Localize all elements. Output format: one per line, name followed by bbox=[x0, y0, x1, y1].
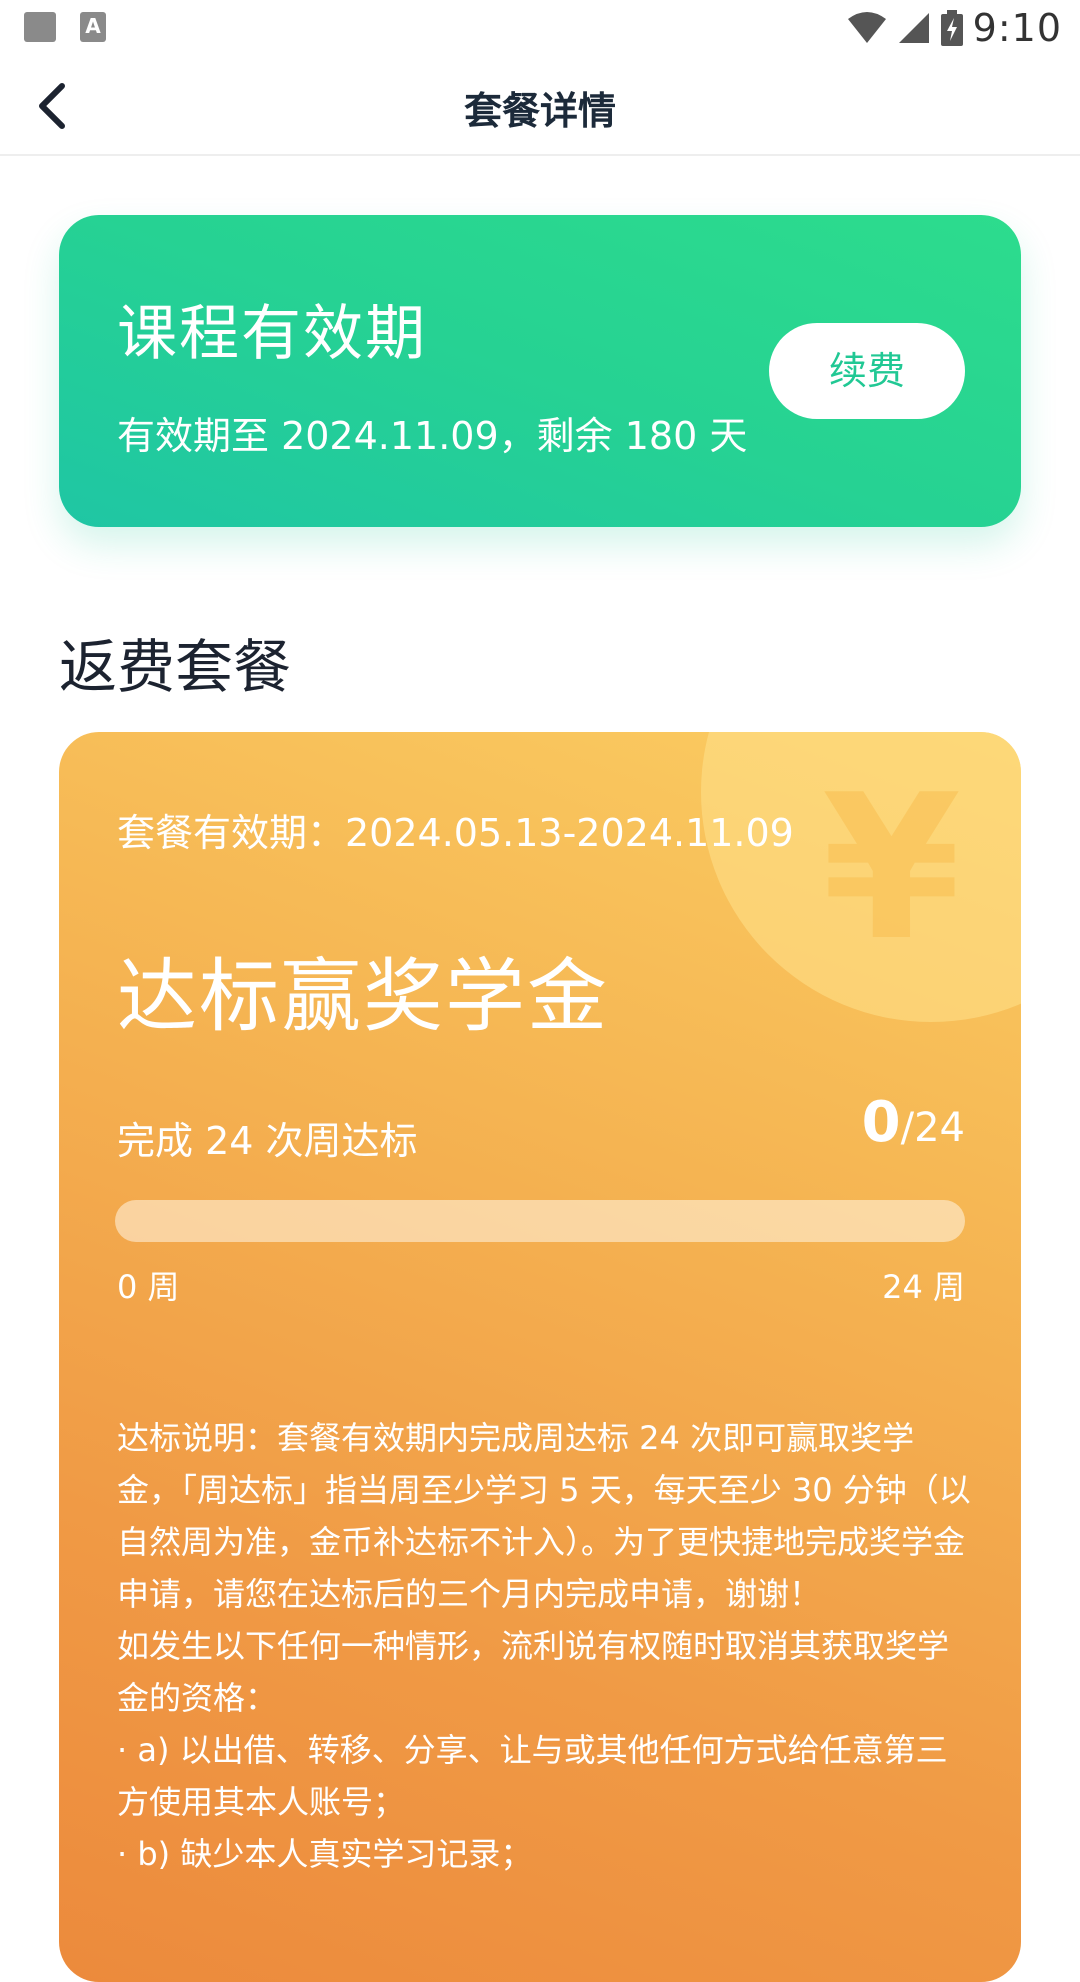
description-line: · b) 缺少本人真实学习记录； bbox=[117, 1835, 533, 1873]
week-start-label: 0 周 bbox=[117, 1268, 180, 1306]
top-app-bar: 套餐详情 bbox=[0, 56, 1080, 156]
rebate-plan-card: ¥ 套餐有效期：2024.05.13-2024.11.09 达标赢奖学金 完成 … bbox=[59, 732, 1021, 1982]
description-line: 达标说明：套餐有效期内完成周达标 24 次即可赢取奖学金，「周达标」指当周至少学… bbox=[117, 1419, 971, 1613]
status-time: 9:10 bbox=[972, 6, 1062, 50]
section-title: 返费套餐 bbox=[59, 633, 292, 701]
app-a-icon: A bbox=[80, 12, 106, 42]
validity-expiry-text: 有效期至 2024.11.09，剩余 180 天 bbox=[117, 414, 748, 458]
cellular-signal-icon bbox=[898, 13, 929, 43]
progress-current: 0 bbox=[861, 1090, 901, 1155]
progress-total: /24 bbox=[900, 1105, 965, 1151]
progress-bar bbox=[115, 1200, 965, 1242]
plan-name: 达标赢奖学金 bbox=[117, 950, 609, 1043]
plan-description: 达标说明：套餐有效期内完成周达标 24 次即可赢取奖学金，「周达标」指当周至少学… bbox=[117, 1412, 977, 1880]
status-right: 9:10 bbox=[847, 6, 1062, 50]
page-title: 套餐详情 bbox=[463, 89, 616, 133]
course-validity-card: 课程有效期 有效期至 2024.11.09，剩余 180 天 续费 bbox=[59, 215, 1021, 527]
status-bar: A 9:10 bbox=[0, 0, 1080, 56]
week-end-label: 24 周 bbox=[882, 1268, 965, 1306]
notification-icon bbox=[24, 12, 56, 42]
yen-icon: ¥ bbox=[821, 752, 961, 985]
status-left: A bbox=[24, 12, 106, 42]
description-line: · a) 以出借、转移、分享、让与或其他任何方式给任意第三方使用其本人账号； bbox=[117, 1731, 948, 1821]
battery-charging-icon bbox=[940, 10, 963, 46]
validity-title: 课程有效期 bbox=[117, 299, 427, 369]
plan-period: 套餐有效期：2024.05.13-2024.11.09 bbox=[117, 811, 794, 855]
goal-text: 完成 24 次周达标 bbox=[117, 1119, 418, 1163]
wifi-icon bbox=[847, 12, 886, 43]
renew-button[interactable]: 续费 bbox=[769, 323, 965, 419]
description-line: 如发生以下任何一种情形，流利说有权随时取消其获取奖学金的资格： bbox=[117, 1627, 950, 1717]
progress-counter: 0/24 bbox=[862, 1090, 965, 1155]
